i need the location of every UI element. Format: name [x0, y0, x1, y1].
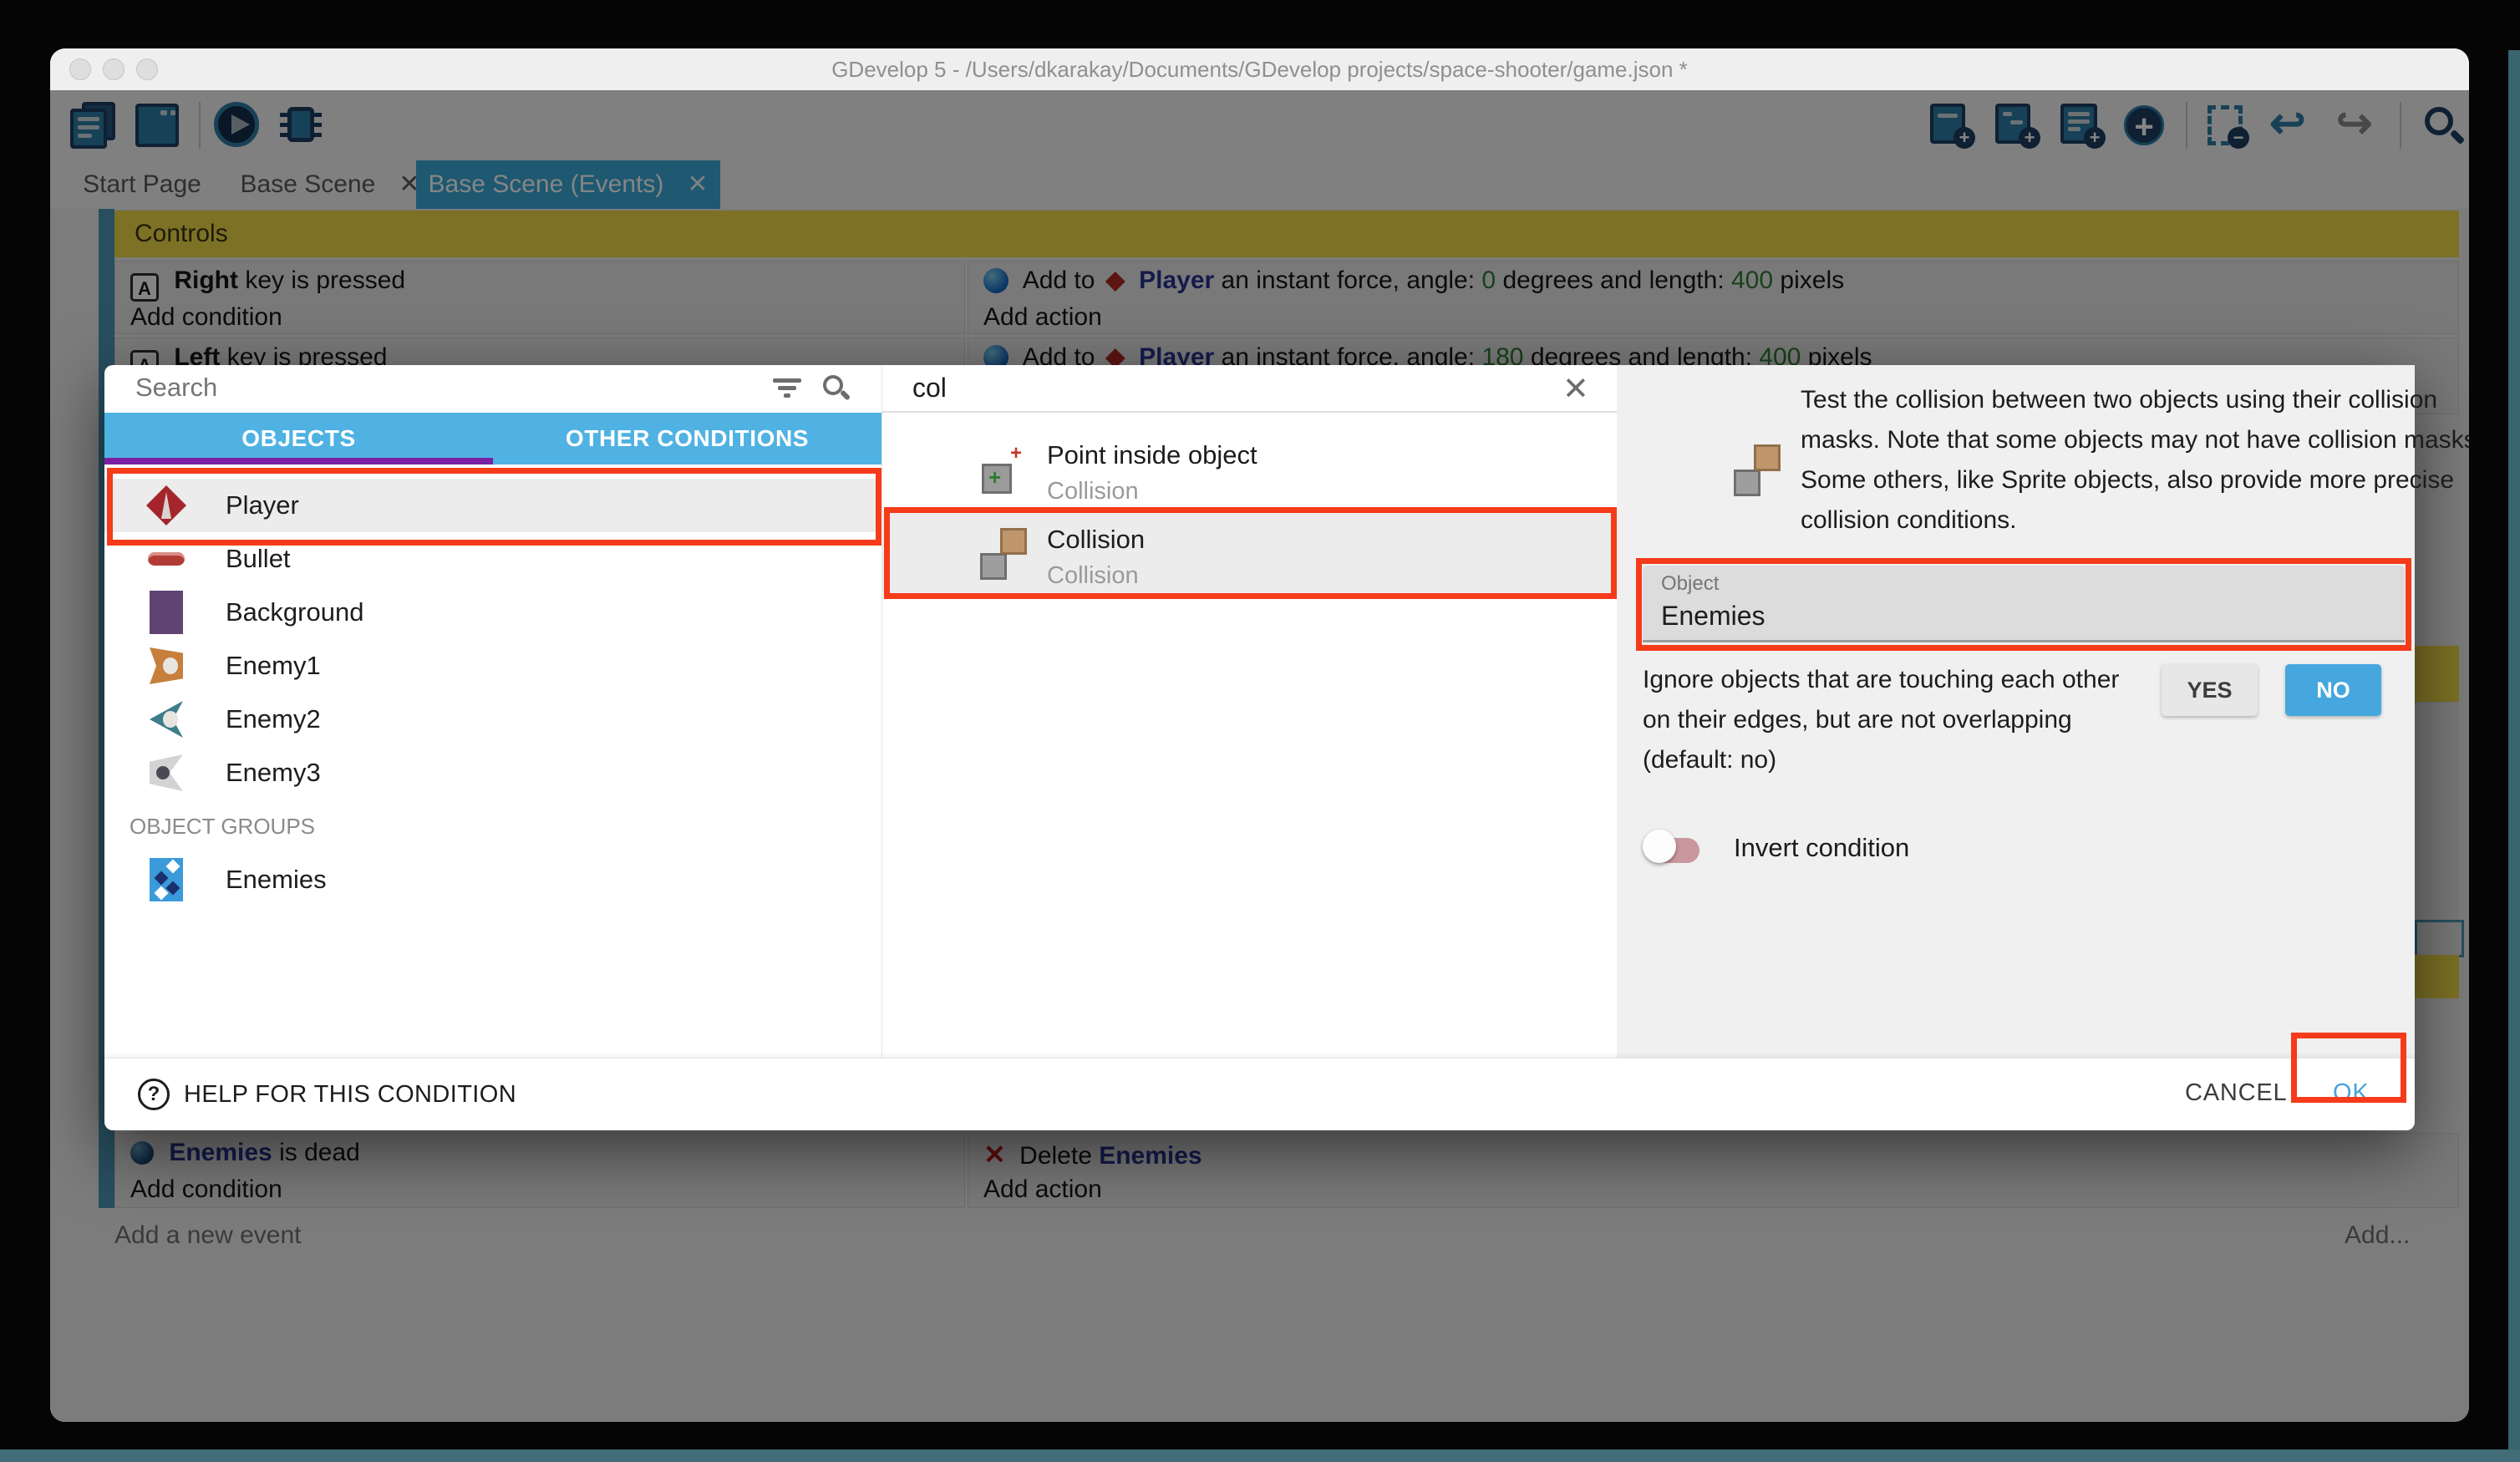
- condition-description: Test the collision between two objects u…: [1801, 386, 2419, 414]
- annotation-ok-button: [2291, 1033, 2406, 1103]
- result-point-inside-object[interactable]: ++ Point inside object Collision: [881, 432, 1617, 510]
- object-search-input[interactable]: [134, 372, 722, 404]
- condition-details-panel: Test the collision between two objects u…: [1617, 365, 2415, 1058]
- tab-objects[interactable]: OBJECTS: [104, 413, 493, 464]
- background-sprite-icon: [146, 592, 186, 632]
- condition-description: collision conditions.: [1801, 506, 2419, 535]
- desktop: GDevelop 5 - /Users/dkarakay/Documents/G…: [0, 0, 2520, 1462]
- gdevelop-window: GDevelop 5 - /Users/dkarakay/Documents/G…: [50, 48, 2469, 1422]
- active-tab-indicator: [104, 458, 493, 464]
- annotation-player-row: [107, 468, 881, 546]
- ignore-edges-text: Ignore objects that are touching each ot…: [1643, 666, 2119, 694]
- object-item-background[interactable]: Background: [104, 586, 881, 639]
- condition-description: Some others, like Sprite objects, also p…: [1801, 466, 2419, 495]
- annotation-object-field: [1636, 558, 2411, 651]
- invert-condition-toggle[interactable]: [1643, 830, 1706, 863]
- yes-button[interactable]: YES: [2162, 664, 2258, 716]
- search-icon: [823, 375, 843, 395]
- invert-condition-label: Invert condition: [1734, 833, 1909, 863]
- object-search-bar: [104, 365, 881, 413]
- desktop-edge-bottom: [0, 1449, 2520, 1462]
- desktop-edge-right: [2508, 50, 2520, 1462]
- cancel-button[interactable]: CANCEL: [2185, 1079, 2287, 1107]
- help-for-condition-button[interactable]: HELP FOR THIS CONDITION: [184, 1081, 516, 1109]
- condition-description: masks. Note that some objects may not ha…: [1801, 426, 2419, 454]
- window-title: GDevelop 5 - /Users/dkarakay/Documents/G…: [50, 48, 2469, 90]
- help-icon: ?: [138, 1079, 170, 1110]
- object-item-enemy1[interactable]: Enemy1: [104, 639, 881, 693]
- point-inside-object-icon: ++: [980, 444, 1027, 495]
- enemies-group-icon: [146, 860, 186, 900]
- dialog-footer: ? HELP FOR THIS CONDITION CANCEL OK: [104, 1058, 2415, 1130]
- annotation-collision-row: [884, 507, 1617, 599]
- enemy3-sprite-icon: [146, 753, 186, 793]
- no-button[interactable]: NO: [2285, 664, 2381, 716]
- object-groups-header: OBJECT GROUPS: [130, 800, 547, 853]
- chooser-tabs: OBJECTS OTHER CONDITIONS: [104, 413, 881, 464]
- clear-search-icon[interactable]: ✕: [1562, 370, 1589, 408]
- ignore-edges-text: (default: no): [1643, 746, 1776, 774]
- ignore-edges-text: on their edges, but are not overlapping: [1643, 706, 2072, 734]
- titlebar: GDevelop 5 - /Users/dkarakay/Documents/G…: [50, 48, 2469, 91]
- condition-search-input[interactable]: [911, 372, 1499, 404]
- tab-other-conditions[interactable]: OTHER CONDITIONS: [493, 413, 881, 464]
- object-item-enemy2[interactable]: Enemy2: [104, 693, 881, 746]
- filter-icon[interactable]: [773, 377, 801, 402]
- enemy1-sprite-icon: [146, 646, 186, 686]
- enemy2-sprite-icon: [146, 699, 186, 739]
- collision-icon: [1734, 444, 1781, 496]
- object-item-enemy3[interactable]: Enemy3: [104, 746, 881, 800]
- group-item-enemies[interactable]: Enemies: [104, 853, 881, 906]
- condition-search-bar: ✕: [881, 365, 1617, 413]
